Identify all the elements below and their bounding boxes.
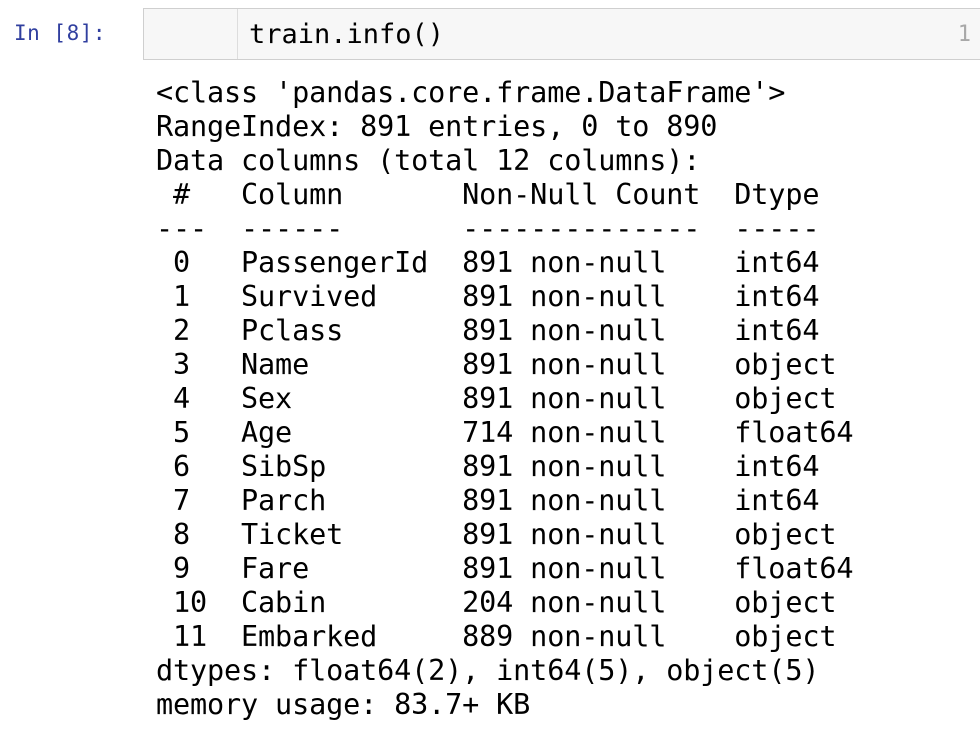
table-row: 11 Embarked 889 non-null object [156, 620, 854, 653]
table-row: 8 Ticket 891 non-null object [156, 518, 854, 551]
table-row: 0 PassengerId 891 non-null int64 [156, 246, 854, 279]
output-line-rangeindex: RangeIndex: 891 entries, 0 to 890 [156, 110, 718, 143]
code-editor[interactable]: 1 train.info() [143, 8, 980, 60]
table-row: 1 Survived 891 non-null int64 [156, 280, 854, 313]
table-row: 9 Fare 891 non-null float64 [156, 552, 854, 585]
dataframe-info-output: <class 'pandas.core.frame.DataFrame'> Ran… [156, 76, 976, 722]
code-line-number: 1 [957, 22, 971, 47]
table-row: 7 Parch 891 non-null int64 [156, 484, 854, 517]
table-row: 2 Pclass 891 non-null int64 [156, 314, 854, 347]
output-line-data-columns: Data columns (total 12 columns): [156, 144, 701, 177]
table-row: 3 Name 891 non-null object [156, 348, 854, 381]
output-line-memory-usage: memory usage: 83.7+ KB [156, 688, 531, 721]
cell-input-row[interactable]: In [8]: 1 train.info() [0, 0, 980, 70]
table-row: 6 SibSp 891 non-null int64 [156, 450, 854, 483]
code-gutter [144, 9, 238, 59]
code-input-text[interactable]: train.info() [249, 18, 444, 52]
table-row: 5 Age 714 non-null float64 [156, 416, 854, 449]
output-line-class: <class 'pandas.core.frame.DataFrame'> [156, 76, 786, 109]
output-line-dtypes: dtypes: float64(2), int64(5), object(5) [156, 654, 820, 687]
input-prompt-label: In [8]: [14, 21, 107, 45]
output-table-header: # Column Non-Null Count Dtype [156, 178, 854, 211]
output-table-separator: --- ------ -------------- ----- [156, 212, 854, 245]
table-row: 4 Sex 891 non-null object [156, 382, 854, 415]
table-row: 10 Cabin 204 non-null object [156, 586, 854, 619]
cell-output-area: <class 'pandas.core.frame.DataFrame'> Ran… [156, 76, 976, 722]
notebook-cell[interactable]: In [8]: 1 train.info() <class 'pandas.co… [0, 0, 980, 721]
